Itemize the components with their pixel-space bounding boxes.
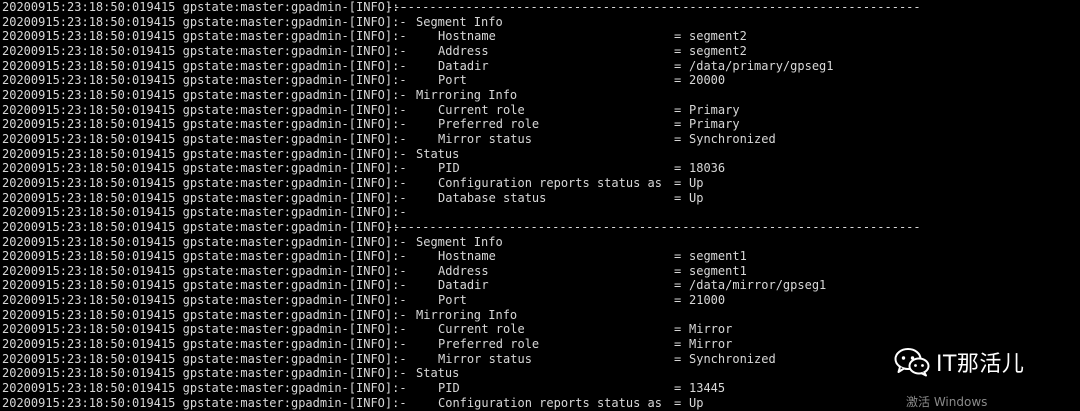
- log-prefix: 20200915:23:18:50:019415 gpstate:master:…: [2, 381, 407, 396]
- log-prefix: 20200915:23:18:50:019415 gpstate:master:…: [2, 234, 407, 249]
- log-prefix: 20200915:23:18:50:019415 gpstate:master:…: [2, 0, 407, 14]
- log-field-label: Datadir: [438, 58, 489, 73]
- log-prefix: 20200915:23:18:50:019415 gpstate:master:…: [2, 278, 407, 293]
- log-field-equals: =: [674, 190, 682, 205]
- log-field-label: Current role: [438, 102, 525, 117]
- log-field-value: segment1: [689, 249, 747, 264]
- log-field-value: 20000: [689, 73, 726, 88]
- log-prefix: 20200915:23:18:50:019415 gpstate:master:…: [2, 131, 407, 146]
- log-section-heading: Segment Info: [416, 234, 503, 249]
- log-prefix: 20200915:23:18:50:019415 gpstate:master:…: [2, 73, 407, 88]
- log-field-equals: =: [674, 322, 682, 337]
- log-separator: ----------------------------------------…: [386, 0, 921, 14]
- log-field-equals: =: [674, 131, 682, 146]
- log-field-equals: =: [674, 73, 682, 88]
- watermark: IT那活儿: [894, 344, 1024, 380]
- log-field-value: segment1: [689, 263, 747, 278]
- log-field-value: 21000: [689, 293, 726, 308]
- log-field-value: segment2: [689, 43, 747, 58]
- log-field-equals: =: [674, 351, 682, 366]
- log-prefix: 20200915:23:18:50:019415 gpstate:master:…: [2, 175, 407, 190]
- log-field-label: Hostname: [438, 29, 496, 44]
- log-field-value: Up: [689, 395, 704, 410]
- log-field-label: Current role: [438, 322, 525, 337]
- log-field-equals: =: [674, 161, 682, 176]
- log-field-equals: =: [674, 102, 682, 117]
- log-field-label: Mirror status: [438, 131, 532, 146]
- log-prefix: 20200915:23:18:50:019415 gpstate:master:…: [2, 161, 407, 176]
- log-prefix: 20200915:23:18:50:019415 gpstate:master:…: [2, 293, 407, 308]
- log-section-heading: Status: [416, 366, 460, 381]
- log-field-equals: =: [674, 263, 682, 278]
- log-field-value: /data/mirror/gpseg1: [689, 278, 827, 293]
- log-field-value: 13445: [689, 381, 726, 396]
- log-field-value: Primary: [689, 102, 740, 117]
- log-field-label: Configuration reports status as: [438, 175, 662, 190]
- log-field-label: Configuration reports status as: [438, 395, 662, 410]
- log-field-label: Preferred role: [438, 117, 540, 132]
- log-field-label: Mirror status: [438, 351, 532, 366]
- log-field-equals: =: [674, 337, 682, 352]
- log-field-label: Hostname: [438, 249, 496, 264]
- log-field-label: PID: [438, 161, 460, 176]
- log-field-equals: =: [674, 43, 682, 58]
- windows-activation-notice: 激活 Windows: [906, 395, 988, 409]
- log-field-label: Port: [438, 73, 467, 88]
- log-prefix: 20200915:23:18:50:019415 gpstate:master:…: [2, 263, 407, 278]
- log-field-label: Address: [438, 263, 489, 278]
- log-prefix: 20200915:23:18:50:019415 gpstate:master:…: [2, 219, 407, 234]
- log-section-heading: Segment Info: [416, 14, 503, 29]
- log-prefix: 20200915:23:18:50:019415 gpstate:master:…: [2, 190, 407, 205]
- log-field-equals: =: [674, 249, 682, 264]
- log-prefix: 20200915:23:18:50:019415 gpstate:master:…: [2, 87, 407, 102]
- log-field-value: Up: [689, 175, 704, 190]
- log-prefix: 20200915:23:18:50:019415 gpstate:master:…: [2, 307, 407, 322]
- log-field-equals: =: [674, 381, 682, 396]
- log-field-label: Port: [438, 293, 467, 308]
- log-field-equals: =: [674, 29, 682, 44]
- log-field-value: Primary: [689, 117, 740, 132]
- log-field-equals: =: [674, 117, 682, 132]
- log-field-value: Up: [689, 190, 704, 205]
- log-prefix: 20200915:23:18:50:019415 gpstate:master:…: [2, 322, 407, 337]
- log-field-equals: =: [674, 395, 682, 410]
- wechat-icon: [894, 348, 930, 377]
- log-section-heading: Mirroring Info: [416, 87, 518, 102]
- log-field-label: Datadir: [438, 278, 489, 293]
- terminal-window[interactable]: 20200915:23:18:50:019415 gpstate:master:…: [0, 0, 1080, 411]
- log-field-label: PID: [438, 381, 460, 396]
- log-prefix: 20200915:23:18:50:019415 gpstate:master:…: [2, 205, 407, 220]
- log-separator: ----------------------------------------…: [386, 219, 921, 234]
- log-prefix: 20200915:23:18:50:019415 gpstate:master:…: [2, 29, 407, 44]
- log-prefix: 20200915:23:18:50:019415 gpstate:master:…: [2, 351, 407, 366]
- log-field-value: Synchronized: [689, 351, 776, 366]
- log-prefix: 20200915:23:18:50:019415 gpstate:master:…: [2, 102, 407, 117]
- log-field-value: /data/primary/gpseg1: [689, 58, 834, 73]
- log-prefix: 20200915:23:18:50:019415 gpstate:master:…: [2, 249, 407, 264]
- log-field-equals: =: [674, 293, 682, 308]
- log-prefix: 20200915:23:18:50:019415 gpstate:master:…: [2, 337, 407, 352]
- log-field-value: Mirror: [689, 322, 733, 337]
- log-prefix: 20200915:23:18:50:019415 gpstate:master:…: [2, 366, 407, 381]
- log-field-value: Mirror: [689, 337, 733, 352]
- log-section-heading: Mirroring Info: [416, 307, 518, 322]
- log-prefix: 20200915:23:18:50:019415 gpstate:master:…: [2, 43, 407, 58]
- watermark-text: IT那活儿: [936, 352, 1025, 377]
- log-prefix: 20200915:23:18:50:019415 gpstate:master:…: [2, 395, 407, 410]
- log-section-heading: Status: [416, 146, 460, 161]
- log-prefix: 20200915:23:18:50:019415 gpstate:master:…: [2, 117, 407, 132]
- log-field-label: Preferred role: [438, 337, 540, 352]
- log-prefix: 20200915:23:18:50:019415 gpstate:master:…: [2, 58, 407, 73]
- log-field-value: segment2: [689, 29, 747, 44]
- log-field-label: Database status: [438, 190, 547, 205]
- log-field-equals: =: [674, 175, 682, 190]
- log-field-value: 18036: [689, 161, 726, 176]
- log-field-equals: =: [674, 58, 682, 73]
- log-prefix: 20200915:23:18:50:019415 gpstate:master:…: [2, 14, 407, 29]
- log-field-value: Synchronized: [689, 131, 776, 146]
- log-field-equals: =: [674, 278, 682, 293]
- log-prefix: 20200915:23:18:50:019415 gpstate:master:…: [2, 146, 407, 161]
- log-field-label: Address: [438, 43, 489, 58]
